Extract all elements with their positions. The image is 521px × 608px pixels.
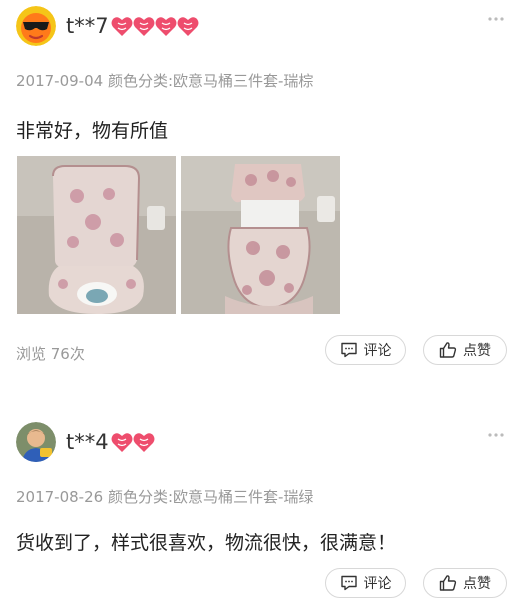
like-label: 点赞 (463, 343, 491, 359)
comment-button[interactable]: 评论 (325, 568, 406, 598)
variant-info: 颜色分类:欧意马桶三件套-瑞绿 (107, 488, 314, 506)
sunglasses-emoji-avatar-icon (16, 6, 56, 46)
review-item: t**4 2017-08-26 颜色分类:欧意马桶三件套-瑞绿 货收到了，样式很… (0, 416, 521, 608)
review-date: 2017-09-04 (16, 72, 104, 90)
more-options-icon[interactable] (487, 432, 505, 438)
review-meta: 2017-09-04 颜色分类:欧意马桶三件套-瑞棕 (16, 70, 313, 91)
reputation-hearts (110, 15, 199, 37)
username: t**4 (66, 430, 109, 454)
like-button[interactable]: 点赞 (423, 568, 507, 598)
heart-icon (111, 17, 133, 36)
child-photo-avatar-icon (16, 422, 56, 462)
more-options-icon[interactable] (487, 16, 505, 22)
view-count: 浏览 76次 (16, 345, 85, 363)
comment-label: 评论 (363, 576, 392, 592)
review-photo[interactable] (17, 156, 176, 314)
thumbs-up-icon (439, 575, 457, 591)
toilet-cover-photo-side (181, 156, 340, 314)
review-text: 货收到了，样式很喜欢，物流很快，很满意！ (16, 532, 397, 554)
like-button[interactable]: 点赞 (423, 335, 507, 365)
thumbs-up-icon (439, 342, 457, 358)
review-item: t**7 2017-09-04 颜色分类:欧意马桶三件套-瑞棕 非常好，物有所值 (0, 0, 521, 372)
avatar[interactable] (16, 422, 56, 462)
heart-icon (177, 17, 199, 36)
review-meta: 2017-08-26 颜色分类:欧意马桶三件套-瑞绿 (16, 486, 313, 507)
review-text: 非常好，物有所值 (16, 120, 169, 142)
heart-icon (155, 17, 177, 36)
heart-icon (133, 433, 155, 452)
toilet-cover-photo-front (17, 156, 176, 314)
avatar[interactable] (16, 6, 56, 46)
heart-icon (133, 17, 155, 36)
like-label: 点赞 (463, 576, 491, 592)
review-date: 2017-08-26 (16, 488, 104, 506)
comment-icon (340, 342, 357, 358)
variant-info: 颜色分类:欧意马桶三件套-瑞棕 (107, 72, 314, 90)
comment-icon (340, 575, 357, 591)
comment-label: 评论 (363, 343, 392, 359)
username: t**7 (66, 14, 109, 38)
heart-icon (111, 433, 133, 452)
comment-button[interactable]: 评论 (325, 335, 406, 365)
reputation-hearts (110, 431, 155, 453)
review-photo[interactable] (181, 156, 340, 314)
